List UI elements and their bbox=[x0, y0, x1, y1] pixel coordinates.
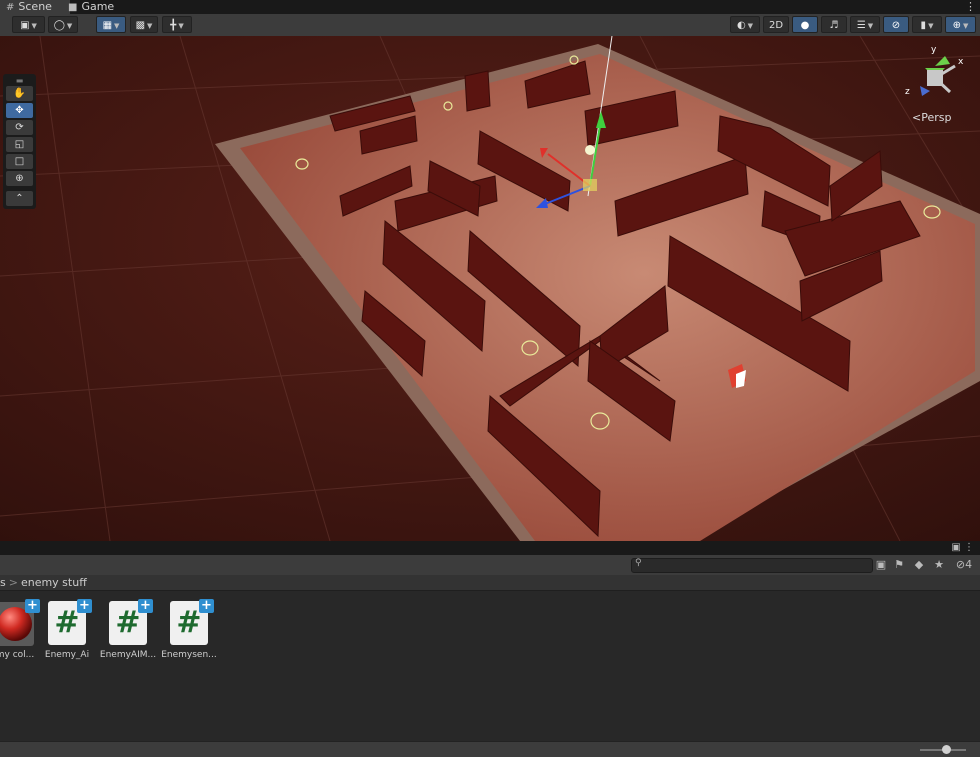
tag-icon[interactable]: ◆ bbox=[910, 557, 928, 572]
eye-slash-icon: ⊘ bbox=[891, 20, 901, 31]
lighting-toggle-button[interactable]: ● bbox=[792, 16, 818, 33]
grid-toggle-button[interactable]: ▦ ▼ bbox=[96, 16, 126, 33]
chevron-down-icon: ▼ bbox=[66, 22, 73, 30]
search-icon: ⚲ bbox=[635, 558, 642, 568]
drag-handle-icon[interactable]: ▬ bbox=[6, 77, 33, 85]
effects-dropdown[interactable]: ☰ ▼ bbox=[850, 16, 880, 33]
gamepad-icon: ■ bbox=[68, 2, 78, 13]
window-tab-bar: # Scene ■ Game ⋮ bbox=[0, 0, 980, 14]
scene-grid-icon: # bbox=[6, 2, 15, 13]
search-by-label-icon[interactable]: ⚑ bbox=[890, 557, 908, 572]
scene-viewport[interactable]: y z x ▬ ✋ ✥ ⟳ ◱ □ ⊕ ⌃ <Persp bbox=[0, 36, 980, 541]
asset-label: Enemy_Ai bbox=[44, 650, 90, 660]
axis-label-x: x bbox=[958, 57, 964, 67]
shading-mode-dropdown[interactable]: ◐ ▼ bbox=[730, 16, 760, 33]
tab-menu-kebab-icon[interactable]: ⋮ bbox=[965, 0, 976, 14]
panel-lock-kebab[interactable]: ▣ ⋮ bbox=[951, 541, 974, 555]
chevron-down-icon: ▼ bbox=[963, 22, 969, 30]
asset-script-enemy-ai[interactable]: # + Enemy_Ai bbox=[32, 599, 102, 660]
project-toolbar: ⚲ ▣ ⚑ ◆ ★ ⊘4 bbox=[0, 555, 980, 576]
project-bottom-bar bbox=[0, 741, 980, 757]
asset-script-enemy-sensor[interactable]: # + Enemysen... bbox=[154, 599, 224, 661]
chevron-left-icon: < bbox=[912, 111, 922, 124]
move-tool-icon[interactable]: ✥ bbox=[6, 103, 33, 118]
speaker-icon: ♬ bbox=[829, 20, 839, 31]
gizmo-icon: ⊕ bbox=[952, 20, 961, 31]
snap-icon: ▩ bbox=[135, 20, 146, 31]
chevron-down-icon: ▼ bbox=[747, 22, 754, 30]
rect-tool-icon[interactable]: □ bbox=[6, 154, 33, 169]
add-badge-icon: + bbox=[138, 599, 153, 613]
chevron-down-icon: ▼ bbox=[178, 22, 184, 30]
projection-toggle[interactable]: <Persp bbox=[912, 111, 951, 124]
lightbulb-icon: ● bbox=[800, 20, 810, 31]
tab-scene[interactable]: # Scene bbox=[0, 0, 70, 14]
gizmos-dropdown[interactable]: ⊕ ▼ bbox=[945, 16, 976, 33]
project-assets-grid: + my col... # + Enemy_Ai # + EnemyAIM...… bbox=[0, 591, 980, 741]
tools-overlay: ▬ ✋ ✥ ⟳ ◱ □ ⊕ ⌃ bbox=[3, 74, 36, 209]
breadcrumb-current[interactable]: enemy stuff bbox=[21, 576, 87, 589]
asset-script-enemy-aim[interactable]: # + EnemyAIM... bbox=[93, 599, 163, 661]
draw-mode-dropdown[interactable]: ▣ ▼ bbox=[12, 16, 45, 33]
transform-tool-icon[interactable]: ⊕ bbox=[6, 171, 33, 186]
rotate-tool-icon[interactable]: ⟳ bbox=[6, 120, 33, 135]
axis-label-z: z bbox=[905, 87, 910, 97]
toggle-2d-button[interactable]: 2D bbox=[763, 16, 789, 33]
increment-snap-dropdown[interactable]: ╋ ▼ bbox=[162, 16, 192, 33]
chevron-down-icon: ▼ bbox=[114, 22, 120, 30]
scale-tool-icon[interactable]: ◱ bbox=[6, 137, 33, 152]
layers-icon: ☰ bbox=[856, 20, 866, 31]
asset-label: EnemyAIM... bbox=[99, 650, 157, 660]
favorites-star-icon[interactable]: ★ bbox=[930, 557, 948, 572]
globe-icon: ◯ bbox=[53, 20, 65, 31]
camera-icon: ▮ bbox=[920, 20, 927, 31]
project-search-input[interactable]: ⚲ bbox=[631, 558, 873, 573]
panel-divider: ▣ ⋮ bbox=[0, 541, 980, 555]
add-badge-icon: + bbox=[199, 599, 214, 613]
chevron-down-icon: ▼ bbox=[147, 22, 153, 30]
axis-label-y: y bbox=[931, 45, 937, 55]
scene-visibility-button[interactable]: ⊘ bbox=[883, 16, 909, 33]
chevron-down-icon: ▼ bbox=[928, 22, 934, 30]
search-by-type-icon[interactable]: ▣ bbox=[872, 557, 890, 572]
breadcrumb: s > enemy stuff bbox=[0, 575, 980, 591]
audio-toggle-button[interactable]: ♬ bbox=[821, 16, 847, 33]
maze-scene-render: y z x bbox=[0, 36, 980, 541]
snap-settings-dropdown[interactable]: ▩ ▼ bbox=[130, 16, 158, 33]
chevron-down-icon: ▼ bbox=[31, 22, 37, 30]
hidden-packages-toggle[interactable]: ⊘4 bbox=[950, 557, 978, 572]
icon-size-slider-handle[interactable] bbox=[942, 745, 951, 754]
camera-dropdown[interactable]: ▮ ▼ bbox=[912, 16, 942, 33]
tab-game[interactable]: ■ Game bbox=[62, 0, 120, 14]
eye-slash-icon: ⊘ bbox=[955, 558, 966, 571]
chevron-down-icon: ▼ bbox=[867, 22, 874, 30]
grid-icon: ▦ bbox=[102, 20, 113, 31]
ruler-icon: ╋ bbox=[170, 20, 177, 31]
sphere-icon: ◐ bbox=[736, 20, 746, 31]
hand-tool-icon[interactable]: ✋ bbox=[6, 86, 33, 101]
shaded-icon: ▣ bbox=[20, 20, 30, 31]
scene-toolbar: ▣ ▼ ◯ ▼ ▦ ▼ ▩ ▼ ╋ ▼ ◐ ▼ 2D ● ♬ ☰ ▼ ⊘ ▮ ▼ ⊕ ▼ bbox=[0, 14, 980, 37]
lock-icon[interactable]: ▣ bbox=[951, 542, 960, 553]
render-mode-dropdown[interactable]: ◯ ▼ bbox=[48, 16, 78, 33]
chevron-right-icon: > bbox=[8, 576, 18, 589]
asset-label: Enemysen... bbox=[161, 650, 217, 660]
add-badge-icon: + bbox=[77, 599, 92, 613]
custom-tool-icon[interactable]: ⌃ bbox=[6, 191, 33, 206]
breadcrumb-prev[interactable]: s bbox=[0, 576, 6, 589]
